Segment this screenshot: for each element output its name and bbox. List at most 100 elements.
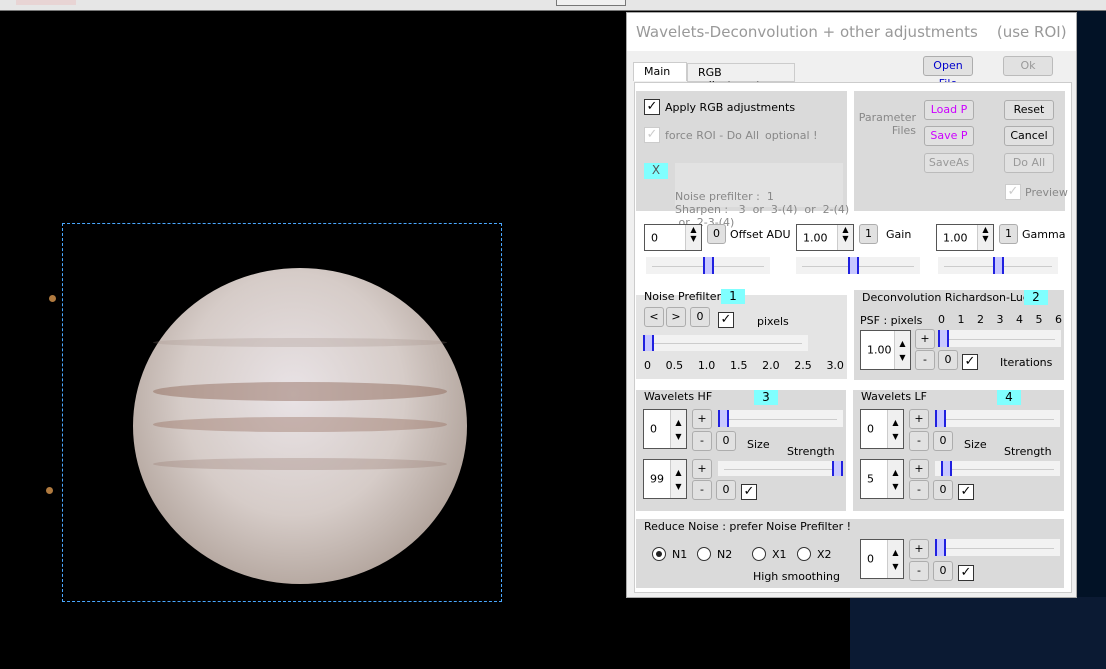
- iterations-label: Iterations: [1000, 356, 1053, 369]
- noise-prefilter-checkbox[interactable]: ✓: [718, 312, 734, 328]
- saveas-button[interactable]: SaveAs: [924, 153, 974, 173]
- radio-x2-label: X2: [817, 548, 832, 561]
- hf-strength-minus-button[interactable]: -: [692, 480, 712, 500]
- hf-size-minus-button[interactable]: -: [692, 431, 712, 451]
- gain-reset-button[interactable]: 1: [859, 224, 878, 244]
- hf-strength-slider[interactable]: [718, 461, 843, 476]
- lf-checkbox[interactable]: ✓: [958, 484, 974, 500]
- lf-size-spinbox[interactable]: 0 ▲ ▼: [860, 409, 904, 449]
- lf-size-reset-button[interactable]: 0: [933, 431, 953, 451]
- badge-2: 2: [1024, 290, 1048, 305]
- main-tab-panel: ✓ Apply RGB adjustments ✓ force ROI - Do…: [634, 82, 1072, 593]
- psf-spinbox[interactable]: 1.00 ▲ ▼: [860, 330, 911, 370]
- tab-rgb-adjustments[interactable]: RGB adjustments: [687, 63, 795, 92]
- toolbar-tab[interactable]: [16, 0, 76, 5]
- offset-slider[interactable]: [646, 257, 770, 274]
- lf-strength-plus-button[interactable]: +: [909, 459, 929, 479]
- reduce-noise-slider[interactable]: [935, 539, 1060, 556]
- deconvolution-group: Deconvolution Richardson-Lucy 2 PSF : pi…: [854, 290, 1064, 380]
- deconvolution-checkbox[interactable]: ✓: [962, 354, 978, 370]
- roi-selection[interactable]: [62, 223, 502, 602]
- psf-label: PSF : pixels: [860, 314, 923, 327]
- lf-strength-spinbox[interactable]: 5 ▲ ▼: [860, 459, 904, 499]
- wavelets-lf-group: Wavelets LF 4 0 ▲ ▼ + - 0 Size Strength 5 ▲…: [853, 390, 1064, 511]
- cancel-button[interactable]: Cancel: [1004, 126, 1054, 146]
- psf-minus-button[interactable]: -: [915, 350, 935, 370]
- badge-3: 3: [754, 390, 778, 405]
- prev-button[interactable]: <: [644, 307, 664, 327]
- reduce-noise-checkbox[interactable]: ✓: [958, 565, 974, 581]
- psf-plus-button[interactable]: +: [915, 329, 935, 349]
- pixels-label: pixels: [757, 315, 789, 328]
- radio-x1[interactable]: [752, 547, 766, 561]
- gamma-slider[interactable]: [938, 257, 1058, 274]
- parameter-files-label: Parameter Files: [858, 111, 916, 137]
- gamma-spinbox[interactable]: 1.00 ▲ ▼: [936, 224, 994, 251]
- top-toolbar-strip: [0, 0, 1106, 11]
- options-group: ✓ Apply RGB adjustments ✓ force ROI - Do…: [636, 91, 849, 229]
- noise-prefilter-group: Noise Prefilter 1 < > 0 ✓ pixels 0 0.5 1.0…: [636, 289, 847, 379]
- radio-n1-label: N1: [672, 548, 688, 561]
- radio-n2[interactable]: [697, 547, 711, 561]
- ok-button[interactable]: Ok: [1003, 56, 1053, 76]
- hf-strength-reset-button[interactable]: 0: [716, 480, 736, 500]
- force-roi-checkbox[interactable]: ✓: [644, 127, 660, 143]
- gain-label: Gain: [886, 228, 912, 241]
- hf-checkbox[interactable]: ✓: [741, 484, 757, 500]
- radio-x2[interactable]: [797, 547, 811, 561]
- gamma-reset-button[interactable]: 1: [999, 224, 1018, 244]
- apply-rgb-label: Apply RGB adjustments: [665, 101, 796, 114]
- reduce-noise-spinbox[interactable]: 0 ▲ ▼: [860, 539, 904, 579]
- strength-label: Strength: [787, 445, 835, 458]
- background-desktop: [850, 597, 1106, 669]
- noise-prefilter-slider[interactable]: [643, 335, 808, 351]
- lf-size-minus-button[interactable]: -: [909, 431, 929, 451]
- psf-reset-button[interactable]: 0: [938, 350, 958, 370]
- next-button[interactable]: >: [666, 307, 686, 327]
- spin-arrows-icon: ▲ ▼: [670, 460, 686, 498]
- reduce-reset-button[interactable]: 0: [933, 561, 953, 581]
- hf-size-spinbox[interactable]: 0 ▲ ▼: [643, 409, 687, 449]
- gain-slider[interactable]: [796, 257, 920, 274]
- wavelets-lf-title: Wavelets LF: [861, 390, 928, 403]
- do-all-button[interactable]: Do All: [1004, 153, 1054, 173]
- x-badge[interactable]: X: [644, 163, 668, 179]
- hf-strength-spinbox[interactable]: 99 ▲ ▼: [643, 459, 687, 499]
- lf-size-slider[interactable]: [935, 410, 1060, 427]
- badge-1: 1: [721, 289, 745, 304]
- offset-reset-button[interactable]: 0: [707, 224, 726, 244]
- lf-size-plus-button[interactable]: +: [909, 409, 929, 429]
- spin-arrows-icon: ▲ ▼: [887, 540, 903, 578]
- reduce-minus-button[interactable]: -: [909, 561, 929, 581]
- noise-prefilter-ticks: 0 0.5 1.0 1.5 2.0 2.5 3.0: [644, 359, 844, 372]
- reduce-plus-button[interactable]: +: [909, 539, 929, 559]
- size-label: Size: [747, 438, 770, 451]
- reduce-noise-title: Reduce Noise : prefer Noise Prefilter !: [644, 520, 852, 533]
- preview-checkbox[interactable]: ✓: [1005, 184, 1021, 200]
- gain-spinbox[interactable]: 1.00 ▲ ▼: [796, 224, 854, 251]
- open-file-button[interactable]: Open File: [923, 56, 973, 90]
- hf-strength-plus-button[interactable]: +: [692, 459, 712, 479]
- lf-strength-minus-button[interactable]: -: [909, 480, 929, 500]
- load-params-button[interactable]: Load P: [924, 100, 974, 120]
- hf-size-plus-button[interactable]: +: [692, 409, 712, 429]
- save-params-button[interactable]: Save P: [924, 126, 974, 146]
- spin-arrows-icon: ▲ ▼: [887, 410, 903, 448]
- badge-4: 4: [997, 390, 1021, 405]
- radio-n1[interactable]: [652, 547, 666, 561]
- tab-main[interactable]: Main: [633, 62, 687, 81]
- dialog-title: Wavelets-Deconvolution + other adjustmen…: [627, 13, 1076, 51]
- iterations-slider[interactable]: [938, 330, 1061, 347]
- apply-rgb-checkbox[interactable]: ✓: [644, 99, 660, 115]
- preview-label: Preview: [1025, 186, 1068, 199]
- hf-size-reset-button[interactable]: 0: [716, 431, 736, 451]
- hf-size-slider[interactable]: [718, 410, 843, 427]
- wavelets-dialog: Wavelets-Deconvolution + other adjustmen…: [626, 12, 1077, 598]
- offset-spinbox[interactable]: 0 ▲ ▼: [644, 224, 702, 251]
- lf-strength-reset-button[interactable]: 0: [933, 480, 953, 500]
- toolbar-box[interactable]: [556, 0, 626, 6]
- reset-button[interactable]: Reset: [1004, 100, 1054, 120]
- lf-strength-slider[interactable]: [935, 461, 1060, 476]
- noise-reset-button[interactable]: 0: [690, 307, 710, 327]
- spin-arrows-icon: ▲ ▼: [887, 460, 903, 498]
